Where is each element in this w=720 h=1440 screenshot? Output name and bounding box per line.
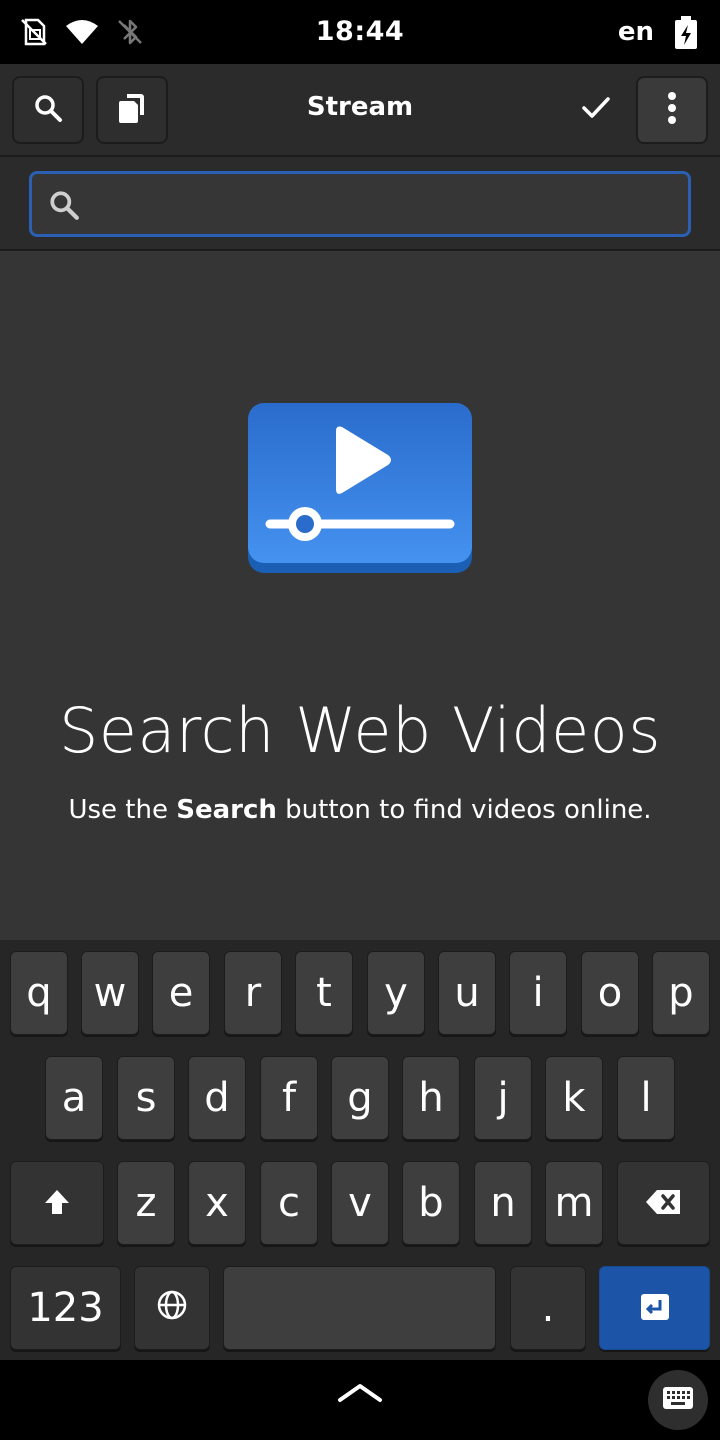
key-c[interactable]: c — [260, 1161, 318, 1245]
backspace-icon — [645, 1183, 683, 1223]
status-bar: 18:44 en — [0, 0, 720, 64]
battery-charging-icon — [672, 16, 704, 49]
desc-suffix: button to find videos online. — [276, 795, 652, 825]
key-u[interactable]: u — [438, 951, 496, 1035]
shift-icon — [43, 1183, 71, 1223]
key-y[interactable]: y — [367, 951, 425, 1035]
key-d[interactable]: d — [188, 1056, 246, 1140]
key-f[interactable]: f — [260, 1056, 318, 1140]
header-bar: Stream — [0, 64, 720, 157]
empty-state: Search Web Videos Use the Search button … — [0, 252, 720, 940]
copy-icon — [117, 92, 147, 128]
key-r[interactable]: r — [224, 951, 282, 1035]
key-h[interactable]: h — [402, 1056, 460, 1140]
empty-state-title: Search Web Videos — [58, 694, 662, 767]
enter-key[interactable] — [599, 1266, 710, 1350]
keyboard-icon — [662, 1386, 694, 1414]
key-b[interactable]: b — [402, 1161, 460, 1245]
search-icon — [48, 189, 80, 225]
clock: 18:44 — [315, 16, 405, 47]
on-screen-keyboard: q w e r t y u i o p a s d f g h j k l z … — [0, 940, 720, 1360]
period-key[interactable]: . — [510, 1266, 586, 1350]
key-i[interactable]: i — [509, 951, 567, 1035]
key-k[interactable]: k — [545, 1056, 603, 1140]
search-entry[interactable] — [29, 171, 691, 237]
key-x[interactable]: x — [188, 1161, 246, 1245]
key-l[interactable]: l — [617, 1056, 675, 1140]
key-m[interactable]: m — [545, 1161, 603, 1245]
key-a[interactable]: a — [45, 1056, 103, 1140]
copy-button[interactable] — [96, 76, 168, 144]
key-p[interactable]: p — [652, 951, 710, 1035]
desc-bold: Search — [176, 795, 277, 825]
check-icon — [581, 95, 611, 125]
key-q[interactable]: q — [10, 951, 68, 1035]
confirm-button[interactable] — [560, 76, 632, 144]
space-key[interactable] — [223, 1266, 496, 1350]
key-e[interactable]: e — [152, 951, 210, 1035]
globe-icon — [156, 1288, 188, 1328]
empty-state-description: Use the Search button to find videos onl… — [0, 795, 720, 825]
menu-icon — [667, 91, 677, 129]
key-n[interactable]: n — [474, 1161, 532, 1245]
backspace-key[interactable] — [617, 1161, 710, 1245]
key-w[interactable]: w — [81, 951, 139, 1035]
bottom-bar — [0, 1360, 720, 1440]
search-toggle-button[interactable] — [12, 76, 84, 144]
keyboard-toggle-button[interactable] — [648, 1370, 708, 1430]
key-o[interactable]: o — [581, 951, 639, 1035]
main-menu-button[interactable] — [636, 76, 708, 144]
key-t[interactable]: t — [295, 951, 353, 1035]
key-j[interactable]: j — [474, 1056, 532, 1140]
desc-prefix: Use the — [68, 795, 177, 825]
enter-icon — [640, 1288, 670, 1328]
key-z[interactable]: z — [117, 1161, 175, 1245]
key-s[interactable]: s — [117, 1056, 175, 1140]
stream-app-icon — [248, 403, 472, 573]
shift-key[interactable] — [10, 1161, 104, 1245]
numbers-key[interactable]: 123 — [10, 1266, 121, 1350]
search-input[interactable] — [98, 180, 678, 228]
search-icon — [33, 93, 63, 127]
language-key[interactable] — [134, 1266, 210, 1350]
screen: 18:44 en Stream Search Web Videos Use th… — [0, 0, 720, 1440]
language-indicator: en — [617, 17, 654, 47]
key-g[interactable]: g — [331, 1056, 389, 1140]
key-v[interactable]: v — [331, 1161, 389, 1245]
search-bar — [0, 157, 720, 251]
home-bar-chevron-up-icon[interactable] — [336, 1382, 384, 1408]
